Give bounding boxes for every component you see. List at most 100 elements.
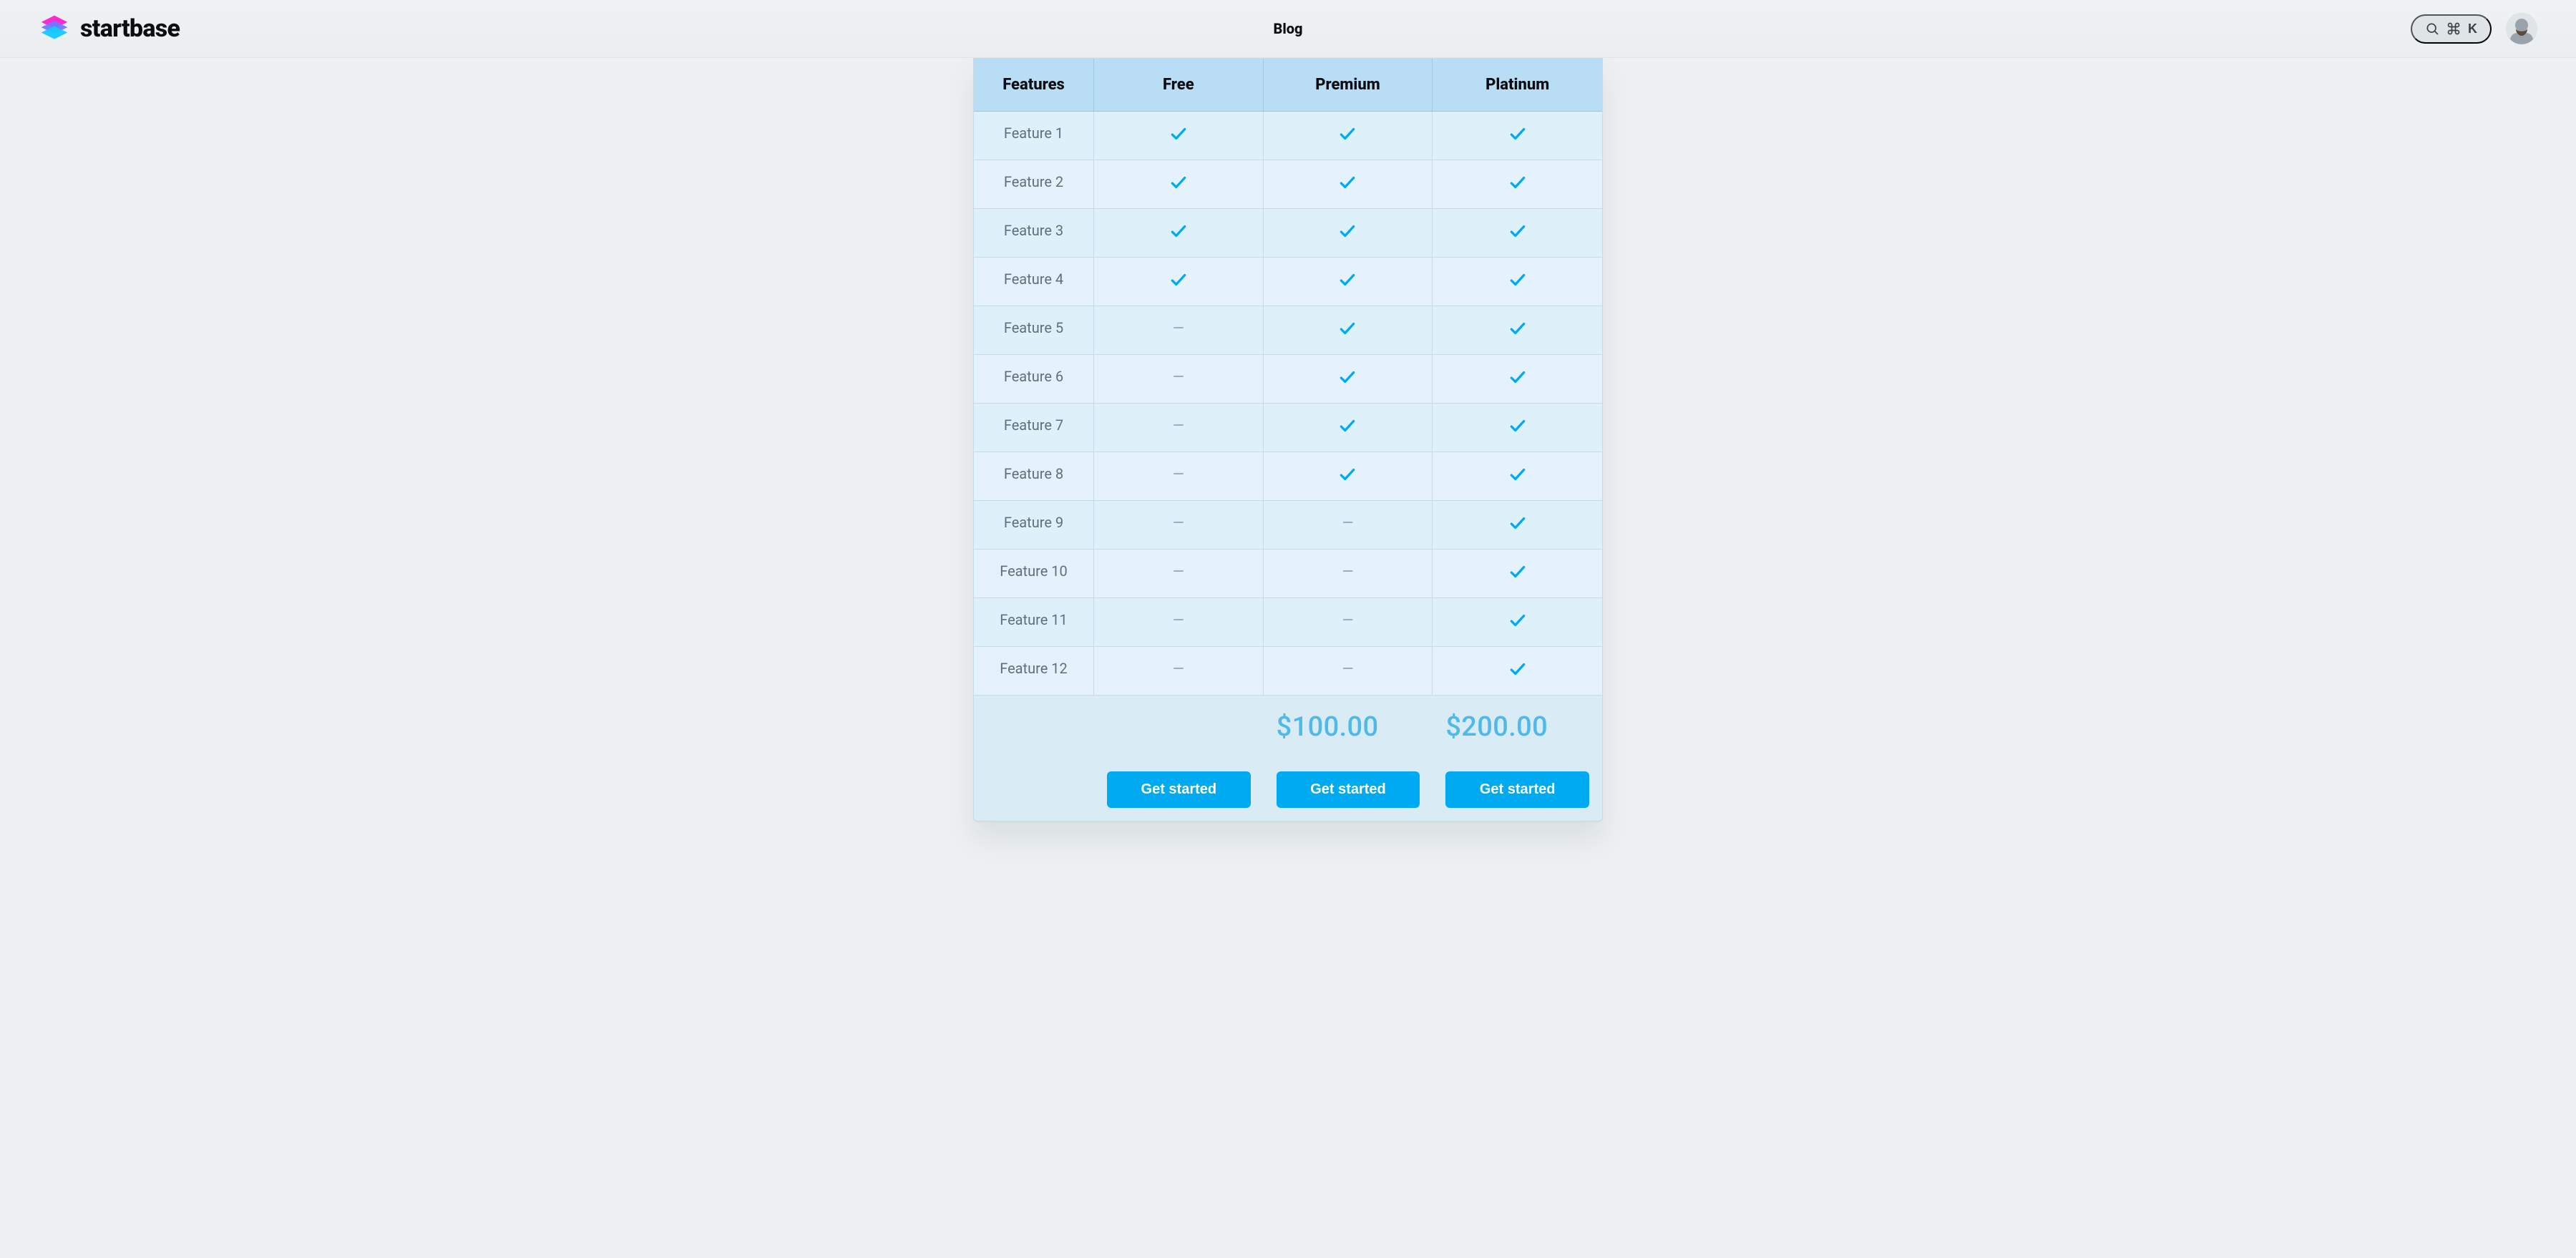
feature-name: Feature 8 <box>974 452 1094 501</box>
feature-platinum <box>1433 258 1602 306</box>
feature-free: — <box>1094 550 1264 598</box>
check-icon <box>1508 319 1527 338</box>
feature-name: Feature 6 <box>974 355 1094 404</box>
feature-free: — <box>1094 598 1264 647</box>
dash-icon: — <box>1173 368 1184 385</box>
check-icon <box>1338 319 1357 338</box>
feature-premium <box>1264 209 1433 258</box>
header-premium: Premium <box>1264 59 1433 112</box>
feature-platinum <box>1433 160 1602 209</box>
feature-name: Feature 3 <box>974 209 1094 258</box>
avatar-icon <box>2506 13 2537 44</box>
dash-icon: — <box>1173 416 1184 434</box>
get-started-free-button[interactable]: Get started <box>1107 771 1251 808</box>
feature-free <box>1094 209 1264 258</box>
check-icon <box>1338 465 1357 484</box>
check-icon <box>1508 125 1527 143</box>
feature-name: Feature 5 <box>974 306 1094 355</box>
dash-icon: — <box>1342 562 1353 580</box>
check-icon <box>1338 270 1357 289</box>
feature-platinum <box>1433 306 1602 355</box>
feature-premium <box>1264 404 1433 452</box>
feature-free: — <box>1094 306 1264 355</box>
check-icon <box>1338 368 1357 386</box>
feature-premium <box>1264 355 1433 404</box>
feature-name: Feature 10 <box>974 550 1094 598</box>
dash-icon: — <box>1173 514 1184 531</box>
dash-icon: — <box>1173 660 1184 677</box>
price-platinum: $200.00 <box>1433 696 1602 759</box>
feature-platinum <box>1433 598 1602 647</box>
feature-name: Feature 7 <box>974 404 1094 452</box>
check-icon <box>1169 222 1188 240</box>
price-empty <box>974 696 1094 759</box>
feature-platinum <box>1433 550 1602 598</box>
check-icon <box>1338 416 1357 435</box>
check-icon <box>1508 611 1527 630</box>
feature-free <box>1094 112 1264 160</box>
feature-platinum <box>1433 501 1602 550</box>
check-icon <box>1508 368 1527 386</box>
feature-premium <box>1264 452 1433 501</box>
price-premium: $100.00 <box>1264 696 1433 759</box>
feature-premium: — <box>1264 647 1433 696</box>
header-right: K <box>2411 13 2537 44</box>
check-icon <box>1508 416 1527 435</box>
dash-icon: — <box>1173 562 1184 580</box>
cta-free: Get started <box>1094 759 1264 821</box>
check-icon <box>1508 660 1527 678</box>
brand[interactable]: startbase <box>39 13 1274 44</box>
feature-free: — <box>1094 355 1264 404</box>
feature-premium: — <box>1264 550 1433 598</box>
nav-center: Blog <box>1274 20 1303 38</box>
shortcut-key: K <box>2468 21 2477 36</box>
check-icon <box>1508 222 1527 240</box>
dash-icon: — <box>1173 319 1184 336</box>
feature-platinum <box>1433 404 1602 452</box>
feature-free: — <box>1094 501 1264 550</box>
feature-premium <box>1264 112 1433 160</box>
check-icon <box>1338 222 1357 240</box>
avatar[interactable] <box>2506 13 2537 44</box>
site-header: startbase Blog K <box>0 0 2576 58</box>
feature-name: Feature 12 <box>974 647 1094 696</box>
check-icon <box>1169 270 1188 289</box>
feature-platinum <box>1433 112 1602 160</box>
feature-name: Feature 1 <box>974 112 1094 160</box>
feature-platinum <box>1433 452 1602 501</box>
search-shortcut-chip[interactable]: K <box>2411 14 2492 44</box>
cta-empty <box>974 759 1094 821</box>
dash-icon: — <box>1342 611 1353 628</box>
dash-icon: — <box>1173 611 1184 628</box>
dash-icon: — <box>1173 465 1184 482</box>
dash-icon: — <box>1342 514 1353 531</box>
feature-name: Feature 2 <box>974 160 1094 209</box>
price-free <box>1094 696 1264 759</box>
feature-premium <box>1264 306 1433 355</box>
feature-free: — <box>1094 404 1264 452</box>
check-icon <box>1338 173 1357 192</box>
get-started-premium-button[interactable]: Get started <box>1277 771 1420 808</box>
pricing-card: Features Free Premium Platinum Feature 1… <box>973 58 1603 821</box>
feature-name: Feature 9 <box>974 501 1094 550</box>
feature-platinum <box>1433 355 1602 404</box>
check-icon <box>1169 125 1188 143</box>
feature-premium: — <box>1264 501 1433 550</box>
feature-platinum <box>1433 209 1602 258</box>
nav-blog-link[interactable]: Blog <box>1274 20 1303 37</box>
check-icon <box>1508 514 1527 532</box>
feature-premium: — <box>1264 598 1433 647</box>
feature-free: — <box>1094 647 1264 696</box>
feature-name: Feature 4 <box>974 258 1094 306</box>
check-icon <box>1508 465 1527 484</box>
check-icon <box>1169 173 1188 192</box>
command-icon <box>2446 21 2461 36</box>
cta-platinum: Get started <box>1433 759 1602 821</box>
get-started-platinum-button[interactable]: Get started <box>1445 771 1589 808</box>
pricing-table: Features Free Premium Platinum Feature 1… <box>974 59 1602 821</box>
feature-premium <box>1264 160 1433 209</box>
feature-premium <box>1264 258 1433 306</box>
feature-free <box>1094 160 1264 209</box>
feature-free <box>1094 258 1264 306</box>
check-icon <box>1508 270 1527 289</box>
